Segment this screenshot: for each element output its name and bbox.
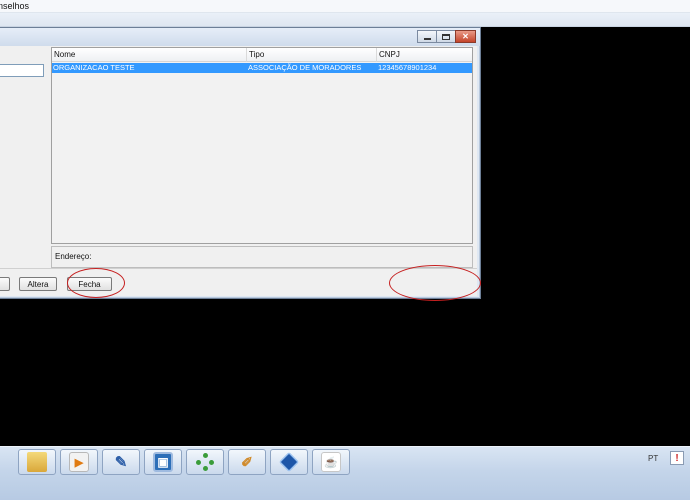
network-icon [195,452,215,472]
annotation-circle-empty-area [389,265,481,301]
maximize-icon [442,33,450,40]
taskbar-media-player[interactable]: ▶ [60,449,98,475]
window-controls: ✕ [417,30,476,43]
taskbar-java[interactable]: ☕ [312,449,350,475]
minimize-button[interactable] [417,30,437,43]
address-label: Endereço: [55,252,92,261]
virtualbox-icon [278,451,300,473]
search-dialog: ✕ Nome Tipo CNPJ ORGANIZACAO TESTE ASSOC… [0,27,481,299]
close-button[interactable]: ✕ [455,30,476,43]
minimize-icon [423,37,431,40]
column-header-cnpj[interactable]: CNPJ [377,48,472,62]
tools-icon: ✎ [114,454,128,471]
paint-icon: ✐ [241,453,253,470]
remote-desktop-icon: ▣ [153,452,173,472]
folder-icon [27,452,47,472]
close-icon: ✕ [462,32,469,41]
taskbar-network[interactable] [186,449,224,475]
main-window-titlebar: nselhos [0,0,690,13]
partial-button[interactable] [0,277,10,291]
address-panel: Endereço: [51,246,473,268]
altera-button[interactable]: Altera [19,277,57,291]
list-row-selected[interactable]: ORGANIZACAO TESTE ASSOCIAÇÃO DE MORADORE… [52,63,472,73]
main-window-menubar [0,13,690,27]
taskbar-tools[interactable]: ✎ [102,449,140,475]
taskbar: ▶ ✎ ▣ ✐ ☕ PT ! [0,446,690,500]
annotation-circle-fecha [67,268,125,298]
taskbar-paint[interactable]: ✐ [228,449,266,475]
maximize-button[interactable] [436,30,456,43]
action-center-icon[interactable]: ! [670,451,684,465]
search-panel [0,46,48,268]
dialog-titlebar[interactable]: ✕ [0,28,480,46]
language-indicator[interactable]: PT [648,454,658,463]
cell-nome: ORGANIZACAO TESTE [53,63,135,72]
taskbar-remote-desktop[interactable]: ▣ [144,449,182,475]
main-window-title: nselhos [0,1,30,11]
dialog-body: Nome Tipo CNPJ ORGANIZACAO TESTE ASSOCIA… [0,46,477,296]
list-header: Nome Tipo CNPJ [52,48,472,62]
taskbar-virtualbox[interactable] [270,449,308,475]
java-icon: ☕ [321,452,341,472]
column-header-nome[interactable]: Nome [52,48,247,62]
media-player-icon: ▶ [69,452,89,472]
taskbar-folder[interactable] [18,449,56,475]
cell-cnpj: 12345678901234 [378,63,437,72]
column-header-tipo[interactable]: Tipo [247,48,377,62]
results-list[interactable]: Nome Tipo CNPJ ORGANIZACAO TESTE ASSOCIA… [51,47,473,244]
cell-tipo: ASSOCIAÇÃO DE MORADORES [248,63,362,72]
search-input[interactable] [0,64,44,77]
